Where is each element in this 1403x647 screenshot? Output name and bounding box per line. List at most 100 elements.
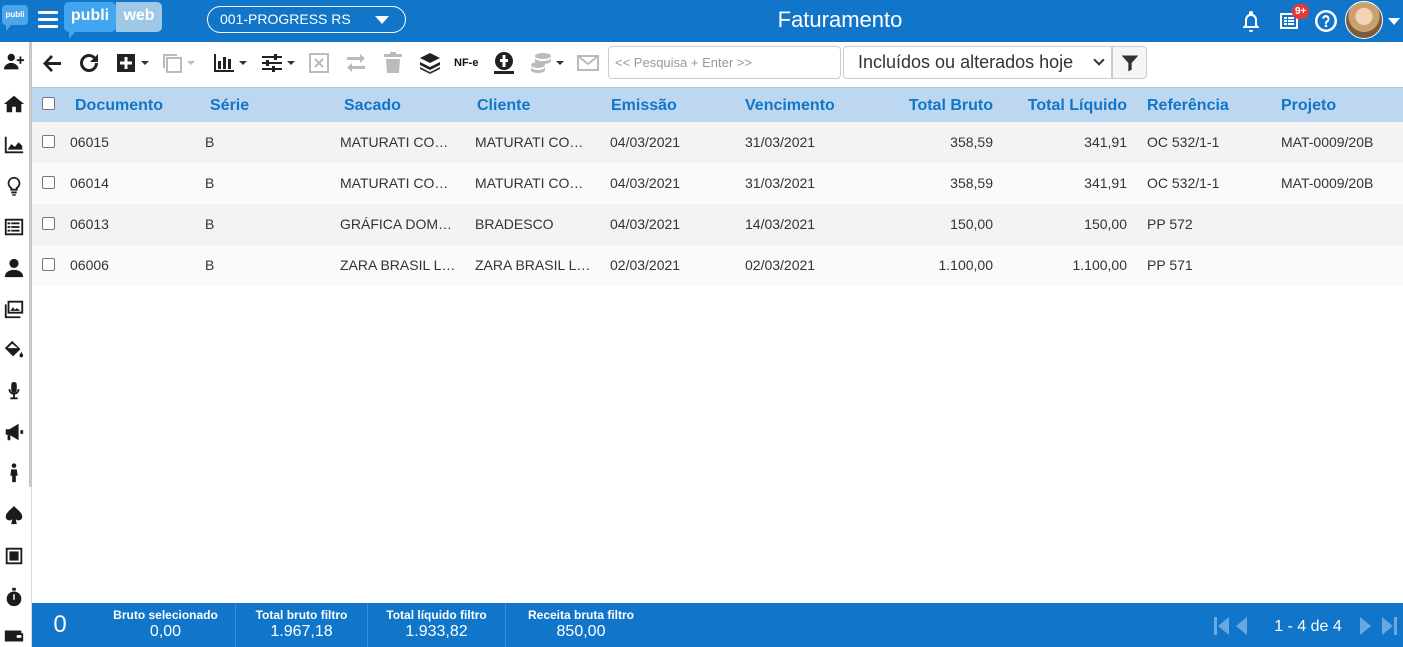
- nfe-button[interactable]: NF-e: [454, 57, 478, 69]
- page-info: 1 - 4 de 4: [1274, 618, 1342, 635]
- cell-total-liquido: 1.100,00: [1072, 257, 1128, 273]
- cancel-square-icon[interactable]: [307, 50, 331, 76]
- money-icon[interactable]: [492, 50, 516, 76]
- user-tie-icon[interactable]: [0, 254, 28, 282]
- summary-label: Total bruto filtro: [255, 608, 348, 622]
- user-avatar[interactable]: [1345, 1, 1383, 39]
- selected-count: 0: [53, 611, 67, 638]
- toolbar: NF-e Incluídos ou alterados hoje: [32, 42, 1403, 86]
- wallet-icon[interactable]: [0, 622, 28, 647]
- paint-bucket-icon[interactable]: [0, 336, 28, 364]
- column-header-sacado[interactable]: Sacado: [344, 88, 401, 123]
- column-header-serie[interactable]: Série: [210, 88, 249, 123]
- row-checkbox[interactable]: [42, 217, 55, 230]
- spade-icon[interactable]: [0, 501, 28, 529]
- row-checkbox[interactable]: [42, 135, 55, 148]
- column-header-projeto[interactable]: Projeto: [1281, 88, 1336, 123]
- caret-down-icon: [239, 61, 247, 65]
- stop-icon[interactable]: [0, 542, 28, 570]
- column-header-documento[interactable]: Documento: [75, 88, 163, 123]
- cell-sacado: GRÁFICA DOM…: [340, 216, 453, 232]
- summary-receita-bruta-filtro: Receita bruta filtro 850,00: [506, 603, 656, 647]
- last-page-icon[interactable]: [1379, 615, 1399, 637]
- coins-icon: [531, 53, 551, 73]
- report-menu-button[interactable]: [212, 50, 247, 76]
- filter-select-value: Incluídos ou alterados hoje: [858, 52, 1074, 72]
- table-row[interactable]: 06014 B MATURATI CO… MATURATI CO… 04/03/…: [32, 163, 1403, 204]
- refresh-icon[interactable]: [77, 50, 101, 76]
- select-all-checkbox[interactable]: [42, 97, 55, 110]
- cell-total-liquido: 341,91: [1084, 175, 1127, 191]
- summary-total-bruto-filtro: Total bruto filtro 1.967,18: [236, 603, 368, 647]
- cell-documento: 06013: [70, 216, 109, 232]
- logo-web: web: [116, 2, 162, 32]
- app-window: publi publi web 001-PROGRESS RS Faturame…: [0, 0, 1403, 647]
- first-page-icon[interactable]: [1213, 615, 1233, 637]
- summary-value: 1.967,18: [270, 623, 333, 640]
- column-header-referencia[interactable]: Referência: [1147, 88, 1229, 123]
- table-header: Documento Série Sacado Cliente Emissão V…: [32, 87, 1403, 122]
- column-header-total-liquido[interactable]: Total Líquido: [1012, 88, 1127, 123]
- add-user-icon[interactable]: [0, 48, 28, 76]
- coins-menu-button[interactable]: [529, 50, 564, 76]
- email-icon[interactable]: [576, 50, 600, 76]
- prev-page-icon[interactable]: [1233, 615, 1253, 637]
- column-header-total-bruto[interactable]: Total Bruto: [882, 88, 993, 123]
- lightbulb-icon[interactable]: [0, 172, 28, 200]
- hamburger-menu-icon[interactable]: [38, 9, 60, 31]
- images-icon[interactable]: [0, 295, 28, 323]
- table-row[interactable]: 06015 B MATURATI CO… MATURATI CO… 04/03/…: [32, 122, 1403, 163]
- stopwatch-icon[interactable]: [0, 583, 28, 611]
- person-icon[interactable]: [0, 459, 28, 487]
- cell-documento: 06006: [70, 257, 109, 273]
- row-checkbox[interactable]: [42, 176, 55, 189]
- column-header-emissao[interactable]: Emissão: [611, 88, 677, 123]
- summary-value: 1.933,82: [405, 623, 468, 640]
- cell-serie: B: [205, 216, 215, 232]
- transfer-icon[interactable]: [344, 50, 368, 76]
- cell-total-bruto: 150,00: [950, 216, 993, 232]
- caret-down-icon: [187, 61, 195, 65]
- plus-square-icon: [117, 54, 135, 72]
- bar-chart-icon: [214, 54, 234, 72]
- cell-serie: B: [205, 257, 215, 273]
- microphone-icon[interactable]: [0, 377, 28, 405]
- trash-icon[interactable]: [381, 50, 405, 76]
- row-checkbox[interactable]: [42, 258, 55, 271]
- page-title: Faturamento: [777, 7, 903, 32]
- search-input[interactable]: [608, 46, 841, 79]
- cell-total-bruto: 1.100,00: [938, 257, 994, 273]
- bell-icon[interactable]: [1239, 9, 1263, 33]
- area-chart-icon[interactable]: [0, 131, 28, 159]
- layers-icon[interactable]: [418, 50, 442, 76]
- megaphone-icon[interactable]: [0, 418, 28, 446]
- cell-sacado: ZARA BRASIL L…: [340, 257, 456, 273]
- settings-menu-button[interactable]: [260, 50, 295, 76]
- cell-emissao: 04/03/2021: [610, 216, 681, 232]
- cell-documento: 06015: [70, 134, 109, 150]
- table-row[interactable]: 06013 B GRÁFICA DOM… BRADESCO 04/03/2021…: [32, 204, 1403, 245]
- column-header-cliente[interactable]: Cliente: [477, 88, 530, 123]
- duplicate-menu-button[interactable]: [160, 50, 195, 76]
- home-icon[interactable]: [0, 90, 28, 118]
- table-row[interactable]: 06006 B ZARA BRASIL L… ZARA BRASIL L… 02…: [32, 245, 1403, 286]
- filter-select[interactable]: Incluídos ou alterados hoje: [843, 46, 1112, 79]
- add-menu-button[interactable]: [114, 50, 149, 76]
- list-icon[interactable]: [0, 213, 28, 241]
- summary-bruto-selecionado: Bruto selecionado 0,00: [96, 603, 236, 647]
- summary-total-liquido-filtro: Total líquido filtro 1.933,82: [368, 603, 506, 647]
- filter-button[interactable]: [1112, 46, 1147, 79]
- sliders-icon: [262, 54, 282, 72]
- sidebar-logo[interactable]: publi: [0, 0, 32, 42]
- column-header-vencimento[interactable]: Vencimento: [745, 88, 835, 123]
- avatar-caret-down-icon[interactable]: [1388, 18, 1400, 25]
- next-page-icon[interactable]: [1355, 615, 1375, 637]
- help-icon[interactable]: [1314, 9, 1338, 33]
- logo-publi: publi: [64, 2, 116, 39]
- cell-referencia: PP 571: [1147, 257, 1193, 273]
- back-arrow-icon[interactable]: [40, 50, 64, 76]
- cell-cliente: MATURATI CO…: [475, 175, 584, 191]
- funnel-icon: [1121, 55, 1138, 71]
- caret-down-icon: [287, 61, 295, 65]
- company-select[interactable]: 001-PROGRESS RS: [207, 6, 406, 33]
